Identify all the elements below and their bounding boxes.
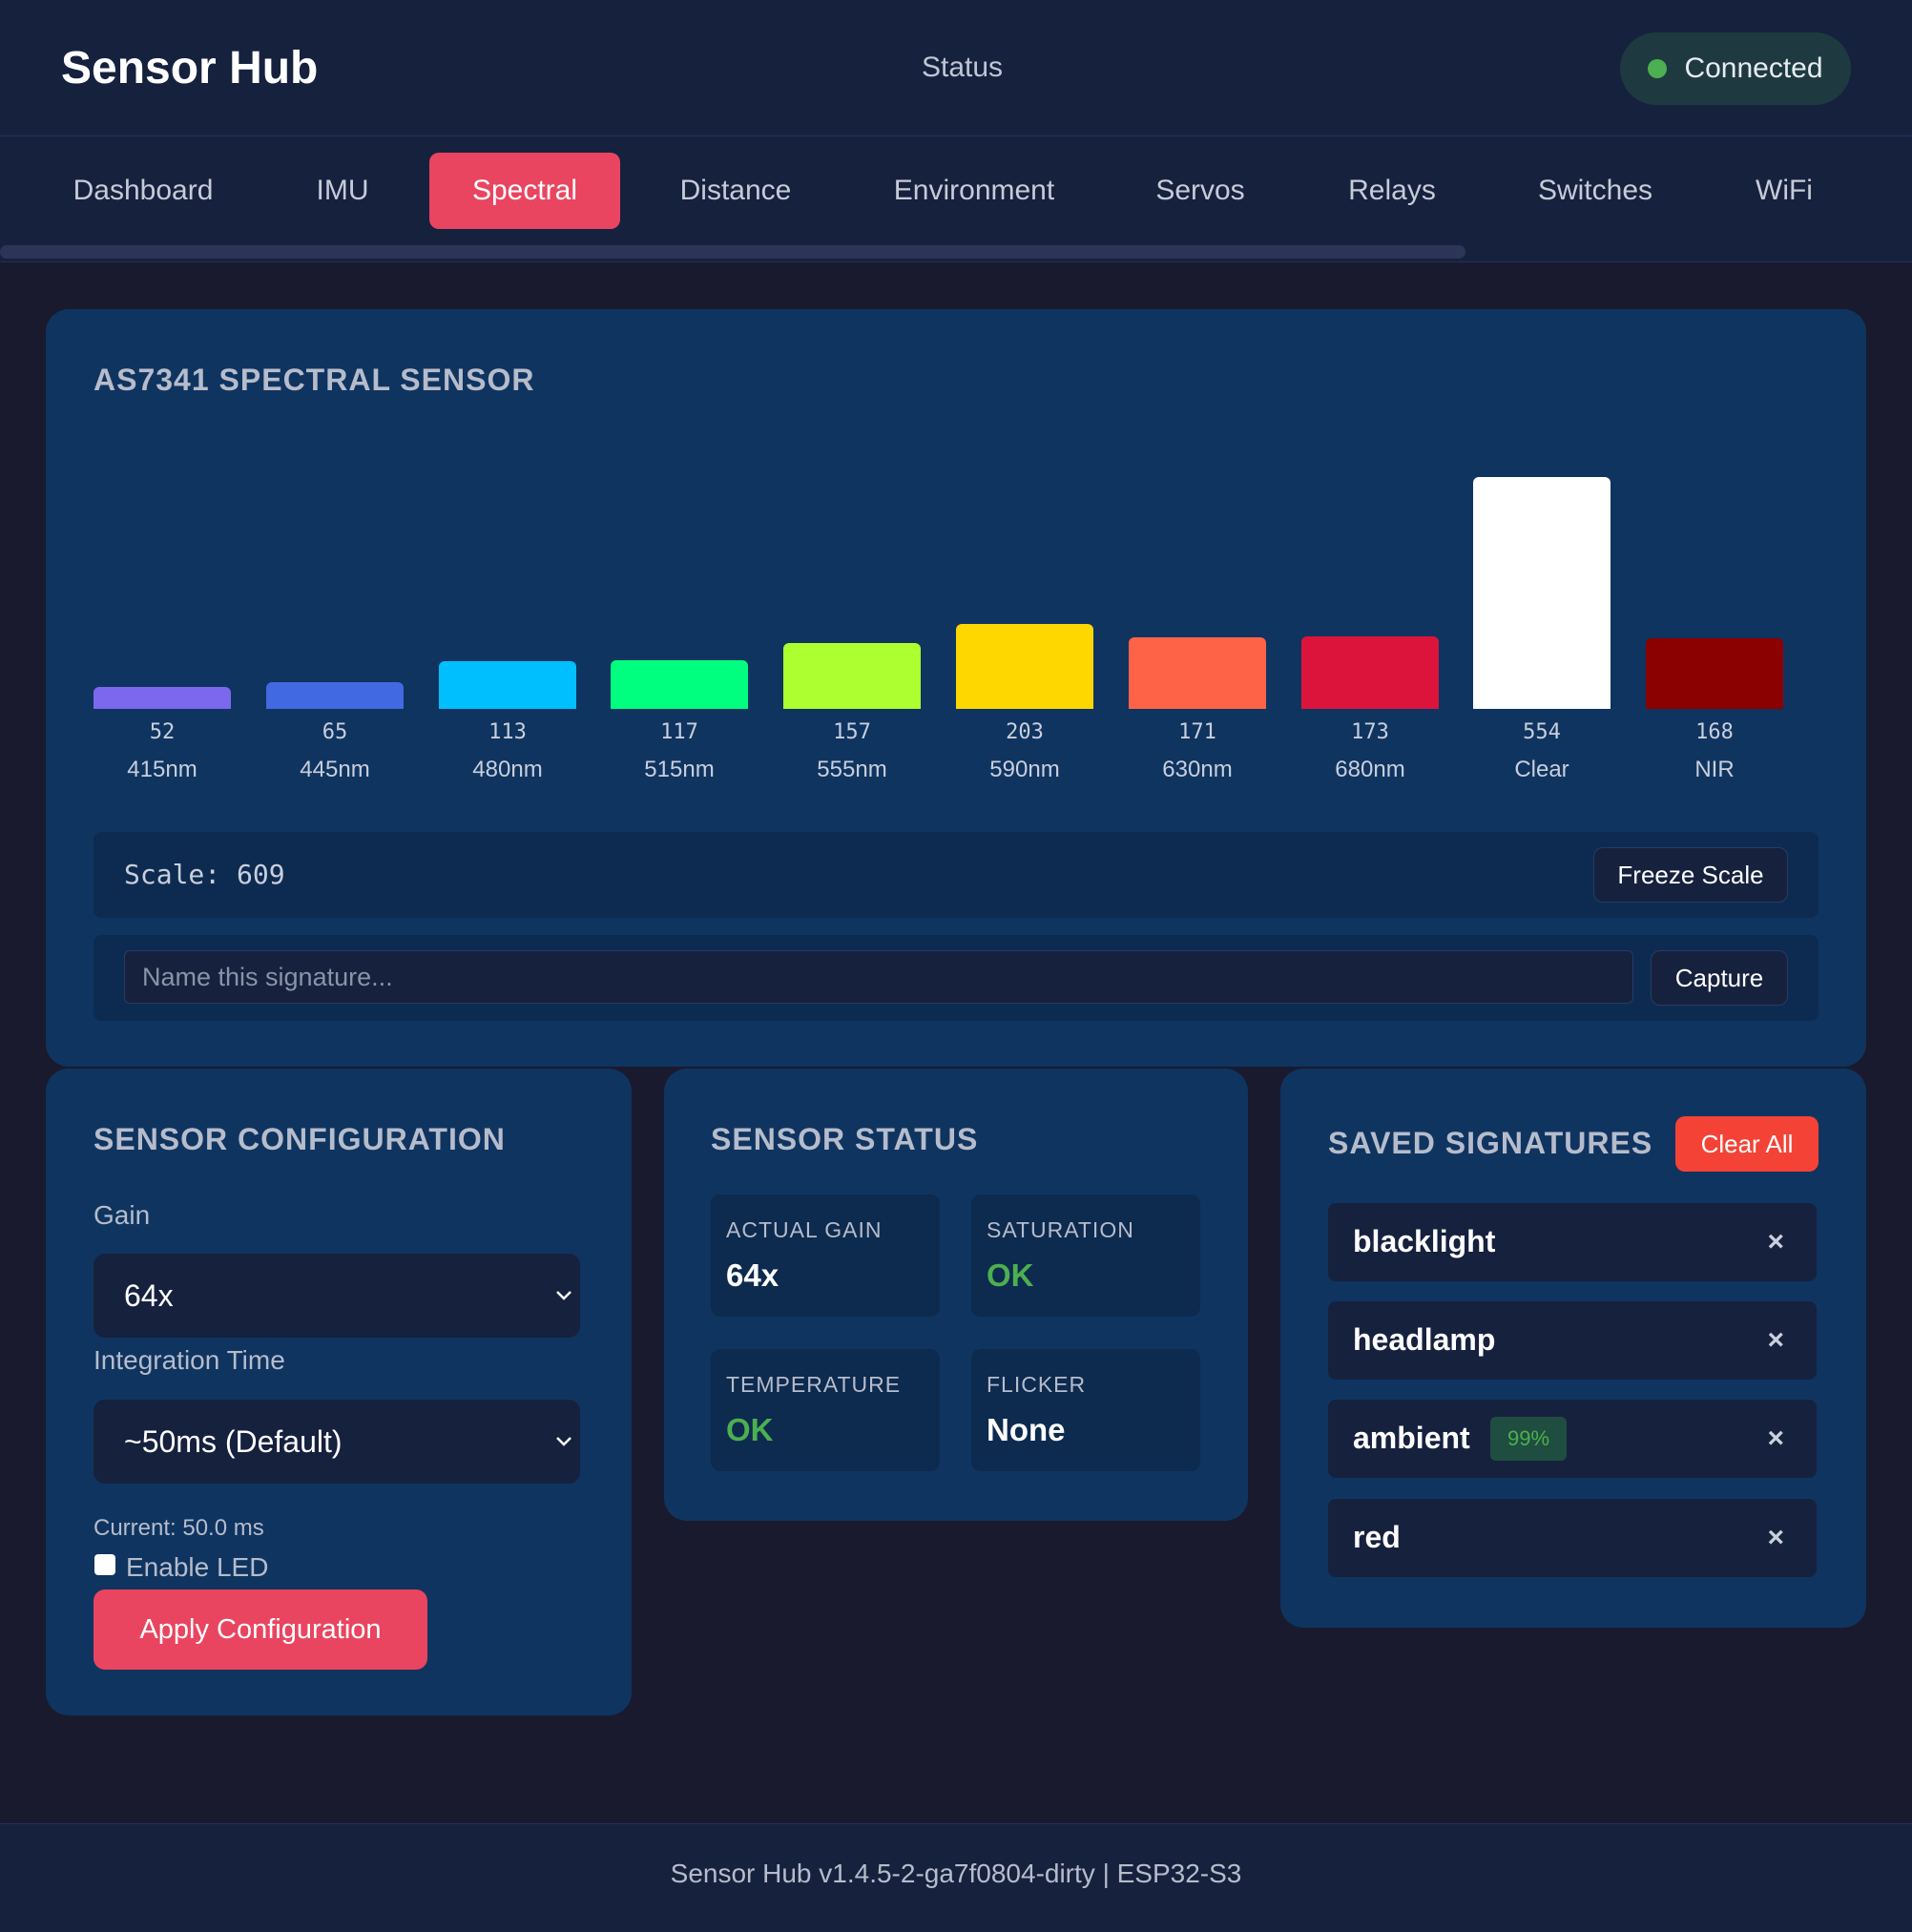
integration-current-text: Current: 50.0 ms: [94, 1515, 264, 1541]
capture-row: Capture: [94, 935, 1818, 1021]
spectral-card-title: AS7341 SPECTRAL SENSOR: [94, 363, 535, 397]
tab-spectral[interactable]: Spectral: [429, 153, 620, 229]
connection-dot-icon: [1648, 59, 1668, 78]
spectral-bar-chart: 52 415nm 65 445nm 113 480nm 117 515nm 157 555nm 20…: [94, 420, 1822, 792]
enable-led-checkbox[interactable]: [94, 1554, 115, 1575]
bar-value-label: 65: [322, 720, 348, 744]
tab-dashboard[interactable]: Dashboard: [42, 153, 244, 229]
connection-text: Connected: [1684, 52, 1823, 84]
spectral-bar: [1646, 638, 1783, 709]
bar-category-label: 480nm: [472, 757, 543, 782]
integration-time-select[interactable]: ~50ms (Default): [94, 1400, 580, 1484]
stat-value: None: [987, 1412, 1066, 1447]
stat-label: ACTUAL GAIN: [726, 1217, 883, 1242]
signature-item[interactable]: ambient 99% ×: [1328, 1400, 1817, 1478]
spectral-bar: [956, 624, 1093, 709]
close-icon[interactable]: ×: [1767, 1226, 1784, 1258]
actual-gain-stat: ACTUAL GAIN 64x: [711, 1195, 940, 1317]
signature-item[interactable]: red ×: [1328, 1499, 1817, 1577]
status-card-title: SENSOR STATUS: [711, 1122, 979, 1156]
close-icon[interactable]: ×: [1767, 1423, 1784, 1455]
tab-switches[interactable]: Switches: [1521, 153, 1670, 229]
signature-item[interactable]: blacklight ×: [1328, 1203, 1817, 1281]
gain-select[interactable]: 64x: [94, 1254, 580, 1338]
signatures-card-title: SAVED SIGNATURES: [1328, 1126, 1653, 1160]
signature-name: headlamp: [1353, 1322, 1496, 1357]
status-label: Status: [922, 52, 1004, 83]
bar-value-label: 52: [149, 720, 176, 744]
tab-bar-scrollbar[interactable]: [0, 245, 1465, 259]
freeze-scale-button[interactable]: Freeze Scale: [1593, 847, 1788, 903]
stat-value: 64x: [726, 1257, 779, 1293]
bar-category-label: NIR: [1694, 757, 1735, 782]
spectral-bar: [1473, 477, 1611, 709]
signature-name-input[interactable]: [124, 950, 1633, 1004]
temperature-stat: TEMPERATURE OK: [711, 1349, 940, 1471]
tab-wifi[interactable]: WiFi: [1735, 153, 1834, 229]
stat-label: FLICKER: [987, 1372, 1087, 1397]
bar-category-label: 680nm: [1335, 757, 1405, 782]
chevron-down-icon: [556, 1437, 572, 1446]
tab-servos[interactable]: Servos: [1139, 153, 1261, 229]
stat-label: TEMPERATURE: [726, 1372, 902, 1397]
connection-badge: Connected: [1620, 32, 1851, 105]
tab-bar: Dashboard IMU Spectral Distance Environm…: [0, 136, 1912, 262]
scale-row: Scale: 609 Freeze Scale: [94, 832, 1818, 918]
spectral-bar: [1129, 637, 1266, 709]
clear-all-button[interactable]: Clear All: [1675, 1116, 1818, 1172]
config-card-title: SENSOR CONFIGURATION: [94, 1122, 506, 1156]
bar-value-label: 173: [1351, 720, 1389, 744]
bar-category-label: 630nm: [1162, 757, 1233, 782]
signature-name: blacklight: [1353, 1224, 1496, 1258]
gain-label: Gain: [94, 1200, 151, 1230]
saturation-stat: SATURATION OK: [971, 1195, 1200, 1317]
app-title: Sensor Hub: [61, 43, 319, 93]
footer-version-text: Sensor Hub v1.4.5-2-ga7f0804-dirty | ESP…: [670, 1859, 1242, 1888]
integration-time-select-value: ~50ms (Default): [124, 1424, 343, 1459]
bar-category-label: 590nm: [989, 757, 1060, 782]
spectral-bar: [439, 661, 576, 709]
close-icon[interactable]: ×: [1767, 1324, 1784, 1357]
bar-value-label: 157: [833, 720, 871, 744]
scale-readout: Scale: 609: [124, 859, 285, 890]
integration-time-label: Integration Time: [94, 1345, 285, 1375]
spectral-bar: [1301, 636, 1439, 709]
app-header: Sensor Hub Status Connected: [0, 0, 1912, 136]
capture-button[interactable]: Capture: [1651, 950, 1788, 1006]
spectral-bar: [94, 687, 231, 709]
signature-name: red: [1353, 1520, 1401, 1554]
match-badge: 99%: [1490, 1417, 1567, 1461]
apply-configuration-button[interactable]: Apply Configuration: [94, 1589, 427, 1670]
bar-value-label: 203: [1006, 720, 1044, 744]
gain-select-value: 64x: [124, 1278, 174, 1313]
tab-distance[interactable]: Distance: [658, 153, 813, 229]
bar-value-label: 117: [660, 720, 698, 744]
flicker-stat: FLICKER None: [971, 1349, 1200, 1471]
signature-item[interactable]: headlamp ×: [1328, 1301, 1817, 1380]
bar-value-label: 171: [1178, 720, 1216, 744]
bar-category-label: 555nm: [817, 757, 887, 782]
bar-category-label: 445nm: [300, 757, 370, 782]
close-icon[interactable]: ×: [1767, 1522, 1784, 1554]
bar-category-label: 415nm: [127, 757, 197, 782]
signature-name: ambient: [1353, 1421, 1470, 1455]
tab-environment[interactable]: Environment: [874, 153, 1074, 229]
stat-value: OK: [987, 1257, 1034, 1293]
bar-value-label: 168: [1695, 720, 1734, 744]
spectral-bar: [611, 660, 748, 709]
tab-relays[interactable]: Relays: [1330, 153, 1454, 229]
bar-value-label: 554: [1523, 720, 1561, 744]
chevron-down-icon: [556, 1291, 572, 1300]
spectral-bar: [266, 682, 404, 709]
bar-value-label: 113: [488, 720, 527, 744]
spectral-bar: [783, 643, 921, 709]
tab-imu[interactable]: IMU: [284, 153, 401, 229]
enable-led-label: Enable LED: [126, 1552, 269, 1582]
bar-category-label: Clear: [1514, 757, 1569, 782]
stat-label: SATURATION: [987, 1217, 1134, 1242]
bar-category-label: 515nm: [644, 757, 715, 782]
stat-value: OK: [726, 1412, 774, 1447]
